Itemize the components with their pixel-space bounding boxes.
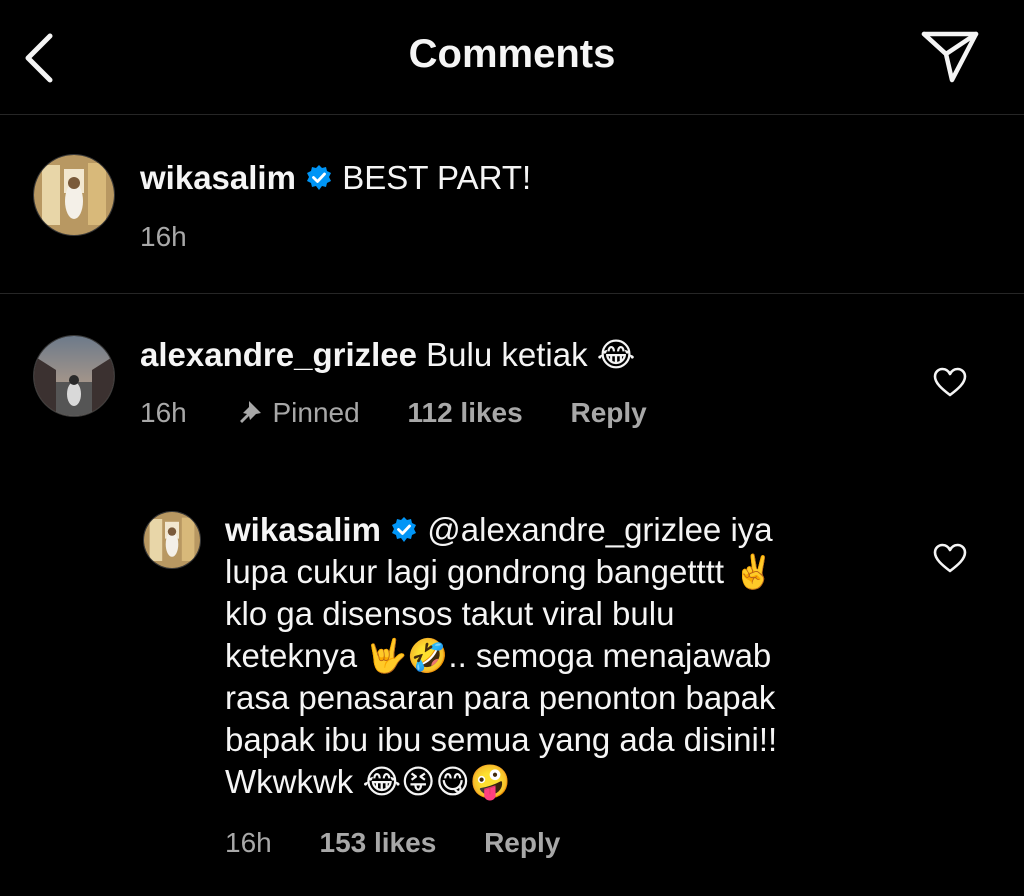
likes-count[interactable]: 153 likes: [320, 827, 437, 858]
comment-text: BEST PART!: [342, 159, 532, 196]
comment-text: Bulu ketiak 😂: [426, 336, 636, 373]
reply-text-line: lupa cukur lagi gondrong bangetttt ✌️: [225, 553, 775, 590]
verified-badge-icon: [392, 517, 417, 542]
reply-text-line: bapak ibu ibu semua yang ada disini!!: [225, 721, 778, 758]
reply-text-line: @alexandre_grizlee iya: [427, 511, 773, 548]
comment-time: 16h: [140, 397, 187, 428]
avatar-image: [34, 336, 114, 416]
header-bar: Comments: [0, 0, 1024, 115]
reply-username[interactable]: wikasalim: [225, 511, 381, 548]
reply-button[interactable]: Reply: [570, 397, 646, 428]
avatar[interactable]: [143, 511, 201, 569]
reply-meta: 16h 153 likes Reply: [225, 827, 600, 859]
reply-text-line: rasa penasaran para penonton bapak: [225, 679, 776, 716]
reply-text-line: klo ga disensos takut viral bulu: [225, 595, 675, 632]
comment-meta: 16h: [140, 221, 227, 253]
verified-badge-icon: [307, 165, 332, 190]
comment-username[interactable]: alexandre_grizlee: [140, 336, 417, 373]
page-title: Comments: [408, 32, 616, 76]
pin-icon: [239, 401, 261, 423]
heart-outline-icon: [933, 367, 967, 397]
avatar-image: [144, 512, 200, 568]
comment-item: alexandre_grizlee Bulu ketiak 😂 16h Pinn…: [0, 294, 1024, 474]
comment-item: wikasalim BEST PART! 16h: [0, 115, 1024, 293]
avatar[interactable]: [33, 154, 115, 236]
paper-plane-icon: [921, 31, 979, 83]
reply-time: 16h: [225, 827, 272, 858]
heart-outline-icon: [933, 543, 967, 573]
like-button[interactable]: [932, 366, 968, 398]
pinned-label-group: Pinned: [235, 397, 368, 428]
comment-time: 16h: [140, 221, 187, 252]
share-button[interactable]: [918, 26, 982, 86]
pinned-label: Pinned: [272, 397, 360, 428]
reply-text-line: keteknya 🤟🤣.. semoga menajawab: [225, 637, 772, 674]
avatar[interactable]: [33, 335, 115, 417]
likes-count[interactable]: 112 likes: [407, 397, 522, 428]
reply-line: wikasalim @alexandre_grizlee iya: [225, 509, 905, 551]
like-button[interactable]: [932, 542, 968, 574]
reply-item: wikasalim @alexandre_grizlee iya lupa cu…: [0, 475, 1024, 896]
reply-button[interactable]: Reply: [484, 827, 560, 858]
avatar-image: [34, 155, 114, 235]
reply-text-line: Wkwkwk 😂😝😋🤪: [225, 763, 511, 800]
comment-meta: 16h Pinned 112 likes Reply: [140, 397, 687, 429]
comment-username[interactable]: wikasalim: [140, 159, 296, 196]
